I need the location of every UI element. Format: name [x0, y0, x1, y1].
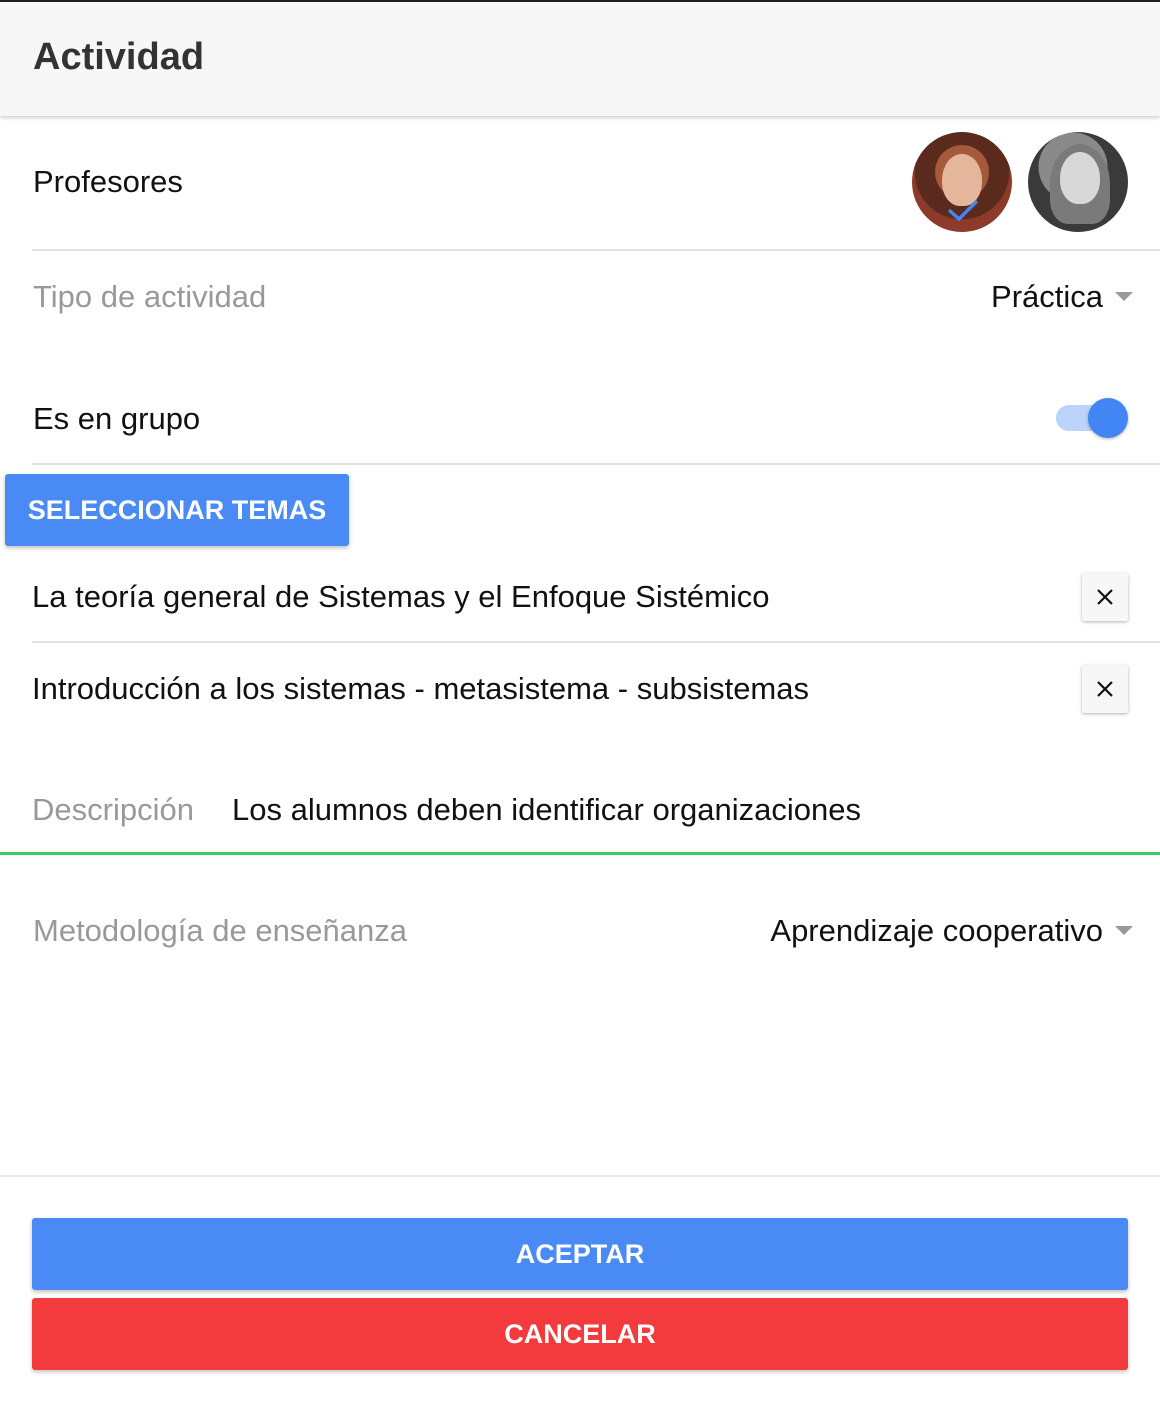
- chevron-down-icon[interactable]: [1115, 292, 1133, 301]
- remove-topic-button[interactable]: [1082, 665, 1128, 713]
- check-icon: [947, 199, 979, 222]
- close-icon: [1097, 589, 1113, 605]
- methodology-select[interactable]: Aprendizaje cooperativo: [770, 913, 1103, 949]
- activity-dialog: Actividad Profesores Tipo de actividad P…: [0, 0, 1160, 1408]
- description-label: Descripción: [32, 792, 194, 827]
- topic-item-text: Introducción a los sistemas - metasistem…: [32, 671, 809, 706]
- avatar-teacher[interactable]: [1028, 132, 1128, 232]
- description-input[interactable]: [232, 788, 1132, 832]
- dialog-title: Actividad: [33, 36, 205, 78]
- methodology-label: Metodología de enseñanza: [33, 913, 408, 948]
- group-label: Es en grupo: [33, 401, 201, 436]
- cancel-button[interactable]: CANCELAR: [32, 1298, 1128, 1370]
- divider: [32, 463, 1160, 465]
- divider: [32, 641, 1160, 643]
- remove-topic-button[interactable]: [1082, 573, 1128, 621]
- accept-button[interactable]: ACEPTAR: [32, 1218, 1128, 1290]
- activity-type-select[interactable]: Práctica: [991, 279, 1103, 315]
- close-icon: [1097, 681, 1113, 697]
- divider: [32, 249, 1160, 251]
- activity-type-label: Tipo de actividad: [33, 279, 267, 314]
- avatar-face: [1060, 152, 1100, 204]
- select-topics-button[interactable]: SELECCIONAR TEMAS: [5, 474, 349, 546]
- group-toggle[interactable]: [1088, 398, 1128, 438]
- chevron-down-icon[interactable]: [1115, 926, 1133, 935]
- dialog-header: Actividad: [0, 2, 1160, 116]
- teachers-label: Profesores: [33, 164, 183, 199]
- avatar-teacher-selected[interactable]: [912, 132, 1012, 232]
- topic-item-text: La teoría general de Sistemas y el Enfoq…: [32, 579, 770, 614]
- footer-divider: [0, 1175, 1160, 1177]
- description-focus-underline: [0, 852, 1160, 855]
